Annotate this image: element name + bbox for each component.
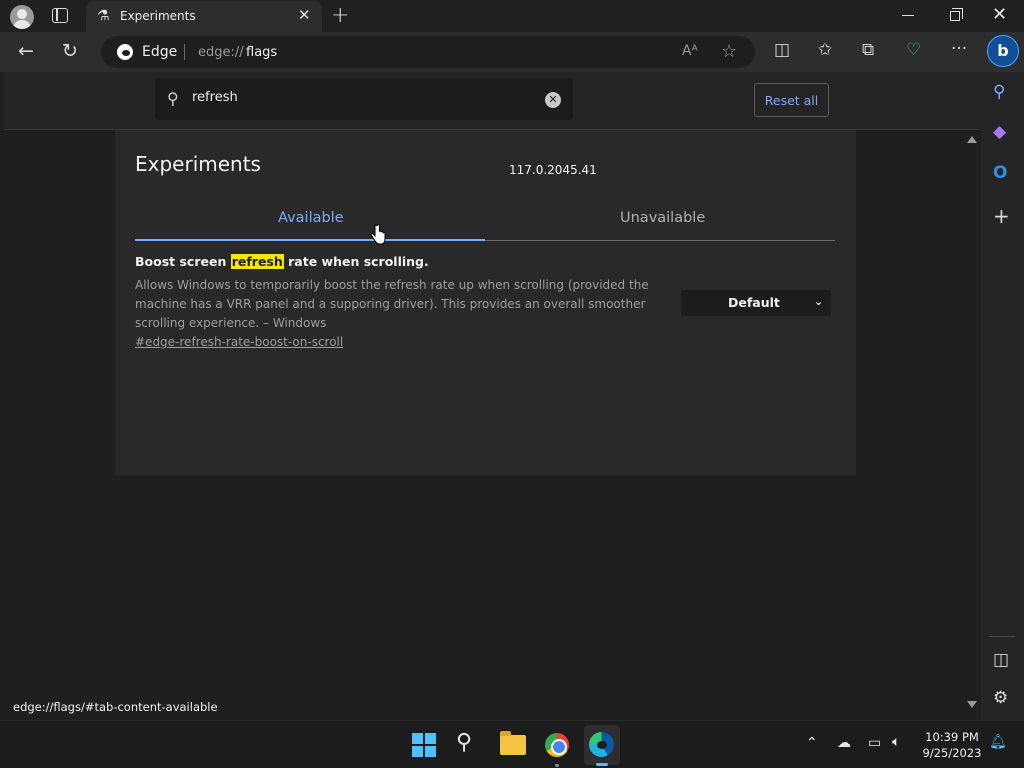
page-title: Experiments [135,152,261,176]
site-identity: Edge [142,44,178,60]
chevron-down-icon: ⌄ [814,295,824,308]
profile-avatar[interactable] [10,5,34,29]
outlook-icon[interactable]: O [993,163,1007,183]
notification-bell-icon[interactable]: 🔔︎ [989,734,1007,750]
network-icon[interactable]: ▭ [868,735,881,751]
search-icon: ⚲ [167,89,179,108]
start-button[interactable] [412,733,436,757]
close-tab-icon[interactable]: ✕ [298,6,311,24]
windows-taskbar: ⚲ ⌃ ☁ ▭ 🔈︎ 10:39 PM 9/25/2023 🔔︎ [0,720,1024,768]
hide-sidebar-icon[interactable]: ◫ [993,650,1009,670]
add-sidebar-app-icon[interactable]: + [993,204,1010,228]
collections-icon[interactable]: ⧉ [862,42,874,59]
experiments-panel: Experiments 117.0.2045.41 Available Unav… [115,130,856,475]
sidebar-copilot-icon[interactable]: ◆ [993,122,1006,142]
flag-title: Boost screen refresh rate when scrolling… [135,254,429,269]
file-explorer-icon[interactable] [500,731,526,755]
tab-experiments[interactable]: ⚗ Experiments ✕ [86,1,322,32]
status-bar-url: edge://flags/#tab-content-available [8,696,223,718]
onedrive-icon[interactable]: ☁ [837,735,851,751]
close-window-button[interactable]: ✕ [992,4,1007,25]
flags-search-header: ⚲ ✕ Reset all [4,72,980,130]
edge-sidebar: ⚲ ◆ O + ◫ ⚙ [981,72,1024,720]
page-content: ⚲ ✕ Reset all Experiments 117.0.2045.41 … [4,72,980,720]
active-tab-indicator [135,239,485,241]
edge-taskbar-icon[interactable] [589,732,614,757]
scroll-up-arrow[interactable] [967,136,977,143]
url-path: flags [246,45,278,60]
taskbar-search-icon[interactable]: ⚲ [456,730,472,755]
show-hidden-icons-icon[interactable]: ⌃ [806,735,818,751]
new-tab-button[interactable]: + [331,3,349,28]
flag-description: Allows Windows to temporarily boost the … [135,278,649,330]
url-scheme: edge:// [198,45,244,60]
browser-toolbar: ← ↻ Edge edge:// flags Aᴬ ☆ ◫ ✩ ⧉ ♡ ··· … [0,32,1024,72]
back-icon[interactable]: ← [18,42,34,61]
flag-state-select[interactable]: Default ⌄ [681,290,831,316]
clear-search-icon[interactable]: ✕ [545,92,561,108]
reset-all-button[interactable]: Reset all [754,83,829,117]
chrome-icon[interactable] [545,733,569,757]
favorites-icon[interactable]: ✩ [818,42,832,59]
restore-button[interactable] [950,8,963,21]
system-clock[interactable]: 10:39 PM 9/25/2023 [922,729,982,761]
sidebar-settings-icon[interactable]: ⚙ [993,688,1008,708]
clock-time: 10:39 PM [925,730,979,744]
tab-actions-icon[interactable] [52,8,68,23]
bing-copilot-icon[interactable]: b [987,35,1019,67]
read-aloud-icon[interactable]: Aᴬ [682,44,698,58]
hand-cursor-icon [370,224,386,245]
search-input[interactable] [192,90,532,105]
sidebar-search-icon[interactable]: ⚲ [993,82,1005,102]
search-highlight: refresh [230,254,284,269]
browser-essentials-icon[interactable]: ♡ [906,42,921,59]
flask-icon: ⚗ [97,8,110,24]
split-screen-icon[interactable]: ◫ [774,42,790,59]
tab-unavailable[interactable]: Unavailable [620,210,705,226]
flag-permalink[interactable]: #edge-refresh-rate-boost-on-scroll [135,335,343,349]
refresh-icon[interactable]: ↻ [62,42,78,61]
edge-logo-icon [117,44,133,60]
tab-available[interactable]: Available [278,210,344,226]
active-app-indicator [596,763,608,766]
version-number: 117.0.2045.41 [509,163,597,177]
select-value: Default [728,295,780,310]
clock-date: 9/25/2023 [922,746,982,760]
settings-more-icon[interactable]: ··· [951,41,967,58]
favorite-star-icon[interactable]: ☆ [721,43,737,61]
address-bar[interactable]: Edge edge:// flags Aᴬ ☆ [101,36,755,68]
title-bar: ⚗ Experiments ✕ + ✕ [0,0,1024,32]
scroll-down-arrow[interactable] [967,701,977,708]
volume-icon[interactable]: 🔈︎ [892,734,900,750]
tab-title: Experiments [120,9,196,23]
search-box[interactable]: ⚲ ✕ [155,78,573,120]
minimize-button[interactable] [902,15,914,16]
